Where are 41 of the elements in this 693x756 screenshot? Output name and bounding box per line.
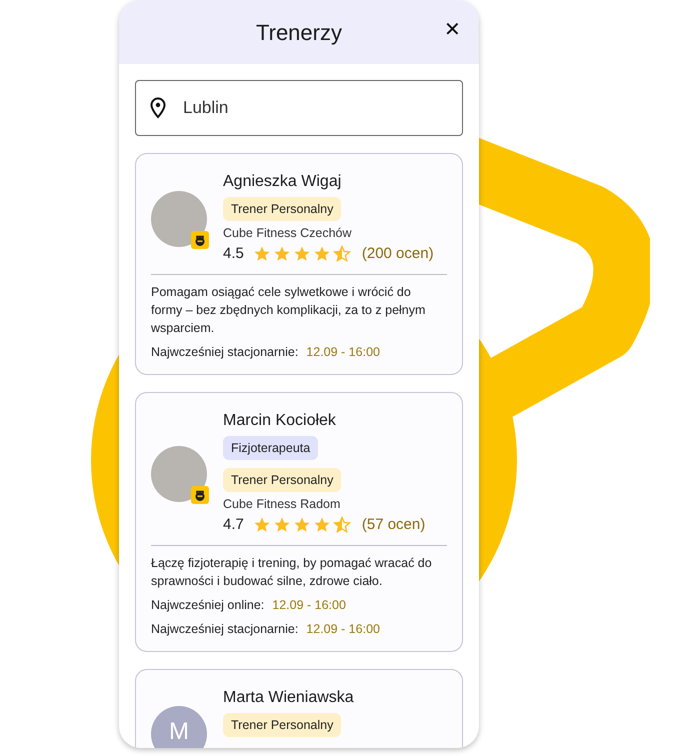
star-icon bbox=[332, 516, 351, 534]
rating-value: 4.5 bbox=[223, 244, 244, 264]
star-icon bbox=[292, 516, 311, 534]
specialty-tag: Trener Personalny bbox=[223, 468, 342, 492]
star-icon bbox=[252, 516, 271, 534]
star-icon bbox=[272, 516, 291, 534]
availability-time: 12.09 - 16:00 bbox=[272, 597, 346, 614]
gym-name: Cube Fitness Czechów bbox=[223, 225, 352, 242]
star-icon bbox=[312, 245, 331, 263]
availability-label: Najwcześniej stacjonarnie: bbox=[151, 344, 298, 361]
star-icon bbox=[252, 245, 271, 263]
star-icon bbox=[332, 245, 351, 263]
kettlebell-badge-icon bbox=[191, 231, 209, 249]
availability-time: 12.09 - 16:00 bbox=[306, 344, 380, 361]
star-icon bbox=[272, 245, 291, 263]
trainer-name: Marta Wieniawska bbox=[223, 688, 354, 708]
review-count: (200 ocen) bbox=[362, 244, 434, 264]
kettlebell-badge-icon bbox=[191, 486, 209, 504]
star-icon bbox=[312, 516, 331, 534]
gym-name: Cube Fitness Radom bbox=[223, 496, 340, 513]
location-pin-icon bbox=[149, 97, 167, 119]
availability-label: Najwcześniej online: bbox=[151, 597, 264, 614]
trainer-name: Marcin Kociołek bbox=[223, 411, 336, 431]
avatar-initial: M bbox=[151, 706, 207, 748]
availability-time: 12.09 - 16:00 bbox=[306, 621, 380, 638]
trainer-card[interactable] bbox=[135, 392, 463, 652]
star-icon bbox=[292, 245, 311, 263]
specialty-tag: Trener Personalny bbox=[223, 713, 342, 737]
specialty-tag: Fizjoterapeuta bbox=[223, 436, 318, 460]
panel-title: Trenerzy bbox=[256, 18, 342, 47]
trainer-bio: Łączę fizjoterapię i trening, by pomagać wracać do sprawności i budować silne, zdrowe ciało. bbox=[151, 555, 433, 590]
close-button[interactable]: ✕ bbox=[444, 20, 461, 40]
rating-value: 4.7 bbox=[223, 514, 244, 535]
review-count: (57 ocen) bbox=[362, 514, 426, 535]
trainer-name: Agnieszka Wigaj bbox=[223, 172, 342, 192]
availability-label: Najwcześniej stacjonarnie: bbox=[151, 621, 298, 638]
specialty-tag: Trener Personalny bbox=[223, 197, 342, 221]
trainer-bio: Pomagam osiągać cele sylwetkowe i wrócić do formy – bez zbędnych komplikacji, za to z pełnym wsparciem. bbox=[151, 284, 426, 337]
trainer-card[interactable] bbox=[135, 153, 463, 375]
trainer-card[interactable]: M Marta Wieniawska Trener Personalny bbox=[135, 669, 463, 748]
location-field[interactable]: Lublin bbox=[135, 80, 463, 136]
